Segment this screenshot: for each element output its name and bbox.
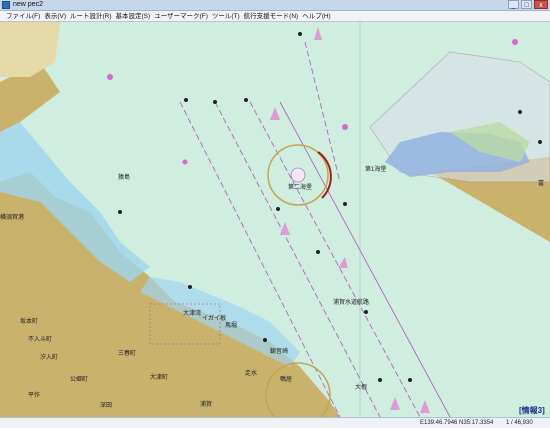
label-town-baba: 馬堀: [225, 323, 238, 329]
menu-bar: ファイル(F) 表示(V) ルート設計(R) 基本設定(S) ユーザーマーク(F…: [0, 11, 550, 22]
menu-view[interactable]: 表示(V): [44, 11, 70, 21]
label-town-kanaya: 三春町: [118, 351, 137, 357]
menu-route-design[interactable]: ルート設計(R): [70, 11, 116, 21]
traffic-arrow-3: [280, 222, 290, 235]
label-town-ichi: 不入斗町: [28, 337, 53, 343]
app-icon: [2, 1, 10, 9]
traffic-arrow-2: [270, 107, 280, 120]
traffic-arrow-1: [314, 27, 322, 40]
maximize-button[interactable]: □: [521, 0, 532, 9]
label-town-ikarashi: イガイ根: [202, 316, 227, 322]
menu-user-mark[interactable]: ユーザーマーク(F): [154, 11, 212, 21]
chart-map-canvas[interactable]: 第1海堡 第二海堡 浦賀水道航路 大津湾 大津町 馬堀 猿島 イガイ根 観音崎 …: [0, 22, 550, 417]
menu-basic-settings[interactable]: 基本設定(S): [116, 11, 155, 21]
label-town-minami: 汐入町: [40, 355, 59, 361]
label-town-yokosuka: 横須賀港: [0, 215, 25, 221]
info-badge[interactable]: [情報3]: [519, 405, 545, 416]
close-button[interactable]: x: [534, 0, 548, 9]
label-town-kannon: 観音崎: [270, 349, 289, 355]
menu-file[interactable]: ファイル(F): [6, 11, 44, 21]
label-town-fuka: 富: [538, 181, 545, 187]
label-otsu-bay: 大津湾: [183, 311, 202, 317]
label-town-sao: 走水: [245, 371, 258, 377]
window-controls: _ □ x: [508, 0, 548, 10]
label-town-sakamoto: 坂本町: [20, 319, 39, 325]
status-bar: E139:46.7946 N35:17.3354 1 / 46,930: [0, 417, 550, 428]
label-town-uraga: 浦賀: [200, 402, 213, 408]
traffic-arrow-6: [420, 400, 430, 413]
minimize-button[interactable]: _: [508, 0, 519, 9]
label-town-hirasaku: 平作: [28, 393, 41, 399]
label-town-ohtsu: 大津町: [150, 375, 169, 381]
title-bar: new pec2 _ □ x: [0, 0, 550, 11]
station-center: [290, 167, 306, 183]
traffic-arrow-5: [390, 397, 400, 410]
route-line-5: [304, 41, 341, 183]
label-town-kobu: 公郷町: [70, 377, 89, 383]
label-town-taketa: 大根: [355, 385, 368, 391]
menu-tools[interactable]: ツール(T): [212, 11, 244, 21]
label-station2: 第二海堡: [288, 185, 313, 191]
label-station1: 第1海堡: [365, 167, 387, 173]
menu-navigation-mode[interactable]: 航行支援モード(N): [244, 11, 303, 21]
land-top-left: [0, 22, 60, 77]
window-title: new pec2: [13, 1, 43, 8]
menu-help[interactable]: ヘルプ(H): [302, 11, 335, 21]
nautical-chart-graphics: [0, 22, 550, 417]
label-town-fukai: 深田: [100, 403, 113, 409]
label-channel: 浦賀水道航路: [333, 300, 370, 306]
traffic-arrow-4: [338, 257, 348, 268]
station-arc: [317, 151, 332, 199]
label-town-kamo: 鴨居: [280, 377, 293, 383]
label-town-sarushima: 猿島: [118, 175, 131, 181]
